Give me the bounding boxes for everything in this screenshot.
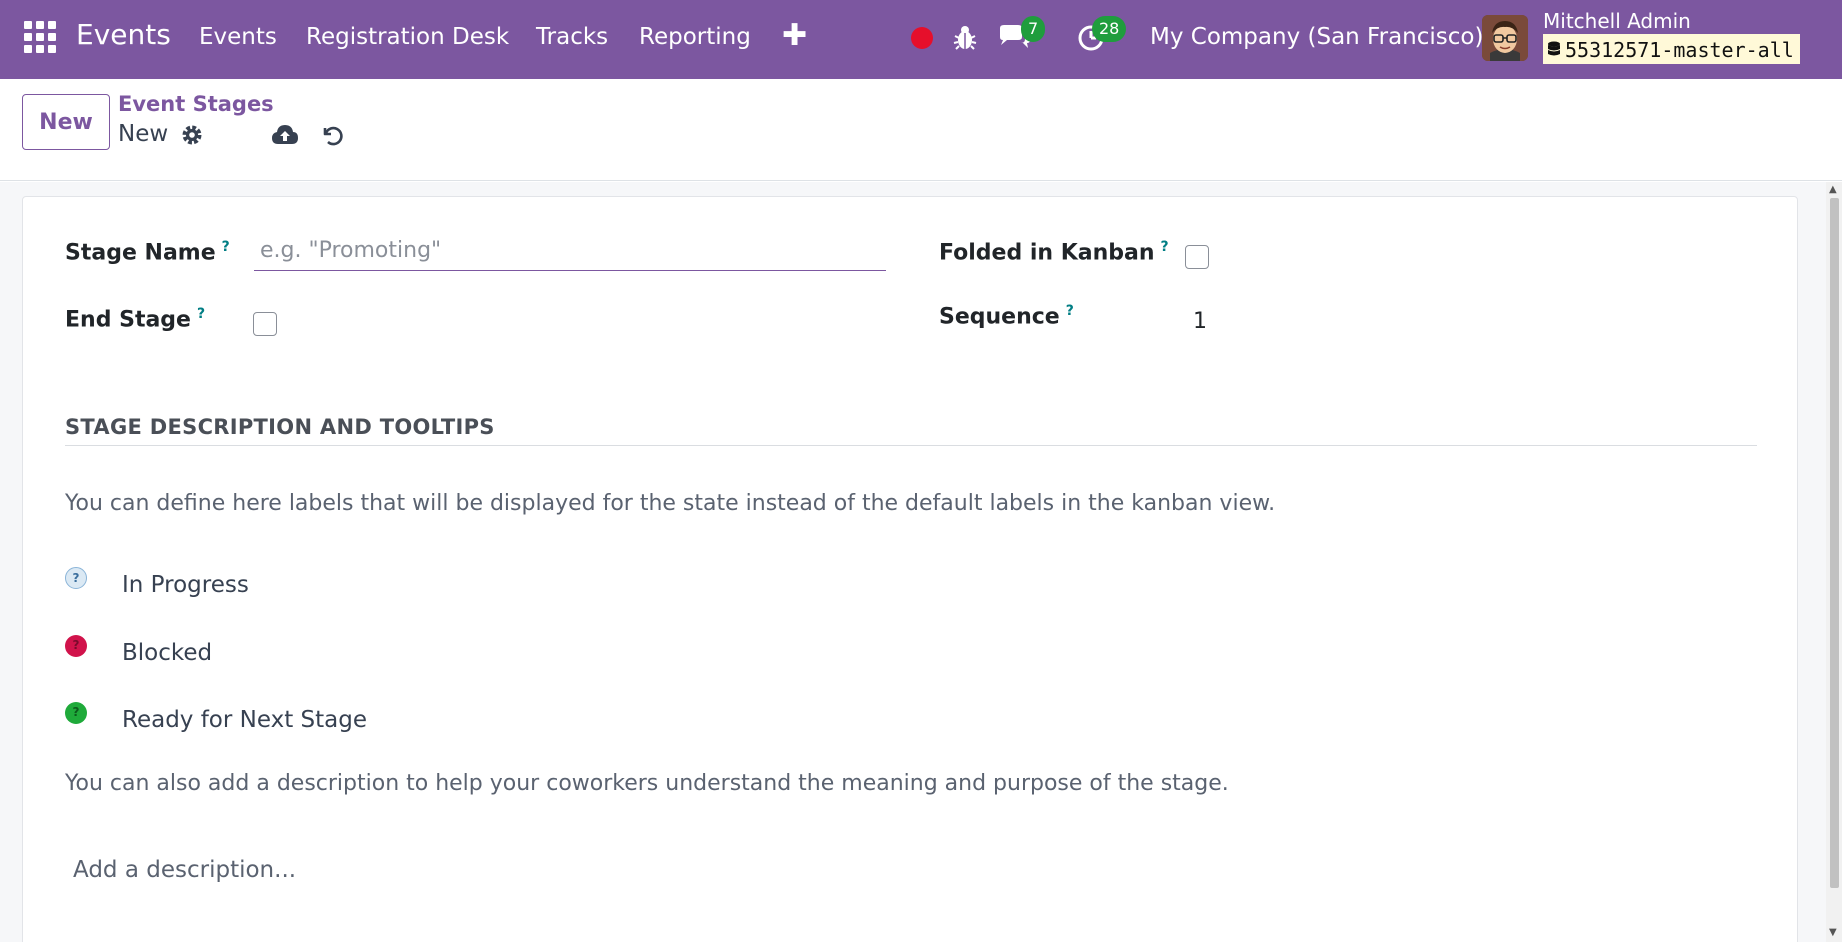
state-done-icon[interactable]: ? — [65, 702, 87, 724]
app-brand[interactable]: Events — [76, 18, 171, 51]
scroll-down-arrow-icon[interactable]: ▼ — [1829, 927, 1837, 938]
stage-name-input[interactable] — [254, 227, 886, 271]
help-tooltip-icon[interactable]: ? — [197, 306, 205, 322]
user-name[interactable]: Mitchell Admin — [1543, 9, 1691, 33]
sequence-value[interactable]: 1 — [1193, 309, 1207, 334]
help-tooltip-icon[interactable]: ? — [1066, 303, 1074, 319]
menu-events[interactable]: Events — [199, 24, 277, 50]
database-tag: 55312571-master-all — [1543, 34, 1800, 64]
scroll-thumb[interactable] — [1830, 198, 1839, 888]
recording-icon[interactable] — [911, 27, 933, 49]
record-name: New — [118, 121, 169, 147]
stage-name-label: Stage Name? — [65, 239, 230, 266]
description-editor[interactable]: Add a description... — [73, 857, 296, 883]
top-navbar: Events Events Registration Desk Tracks R… — [0, 0, 1842, 79]
user-avatar[interactable] — [1482, 15, 1528, 61]
gear-icon[interactable] — [180, 123, 204, 147]
state-blocked-icon[interactable]: ? — [65, 635, 87, 657]
intro-text: You can define here labels that will be … — [65, 491, 1276, 516]
state-normal-icon[interactable]: ? — [65, 567, 87, 589]
end-stage-label: End Stage? — [65, 306, 206, 333]
form-sheet: Stage Name? End Stage? Folded in Kanban?… — [22, 196, 1798, 942]
menu-reporting[interactable]: Reporting — [639, 24, 751, 50]
database-icon — [1548, 41, 1560, 56]
form-area: Stage Name? End Stage? Folded in Kanban?… — [0, 182, 1842, 942]
state-label-in-progress[interactable]: In Progress — [122, 572, 249, 598]
section-title: STAGE DESCRIPTION AND TOOLTIPS — [65, 415, 495, 439]
scroll-up-arrow-icon[interactable]: ▲ — [1829, 184, 1837, 195]
company-switcher[interactable]: My Company (San Francisco) — [1150, 24, 1483, 50]
activity-badge: 28 — [1092, 16, 1127, 42]
menu-tracks[interactable]: Tracks — [536, 24, 608, 50]
save-cloud-icon[interactable] — [271, 123, 299, 147]
state-label-ready[interactable]: Ready for Next Stage — [122, 707, 367, 733]
folded-in-kanban-label: Folded in Kanban? — [939, 239, 1169, 266]
menu-registration-desk[interactable]: Registration Desk — [306, 24, 509, 50]
database-name: 55312571-master-all — [1565, 38, 1794, 62]
new-button[interactable]: New — [22, 94, 110, 150]
outro-text: You can also add a description to help y… — [65, 771, 1229, 796]
discard-undo-icon[interactable] — [320, 123, 344, 147]
folded-in-kanban-checkbox[interactable] — [1185, 245, 1209, 269]
end-stage-checkbox[interactable] — [253, 312, 277, 336]
debug-bug-icon[interactable] — [953, 25, 977, 51]
breadcrumb-event-stages[interactable]: Event Stages — [118, 92, 274, 116]
sequence-label: Sequence? — [939, 303, 1074, 330]
add-menu-icon[interactable]: ✚ — [782, 18, 807, 53]
form-scrollbar[interactable]: ▲ ▼ — [1826, 182, 1842, 942]
app-switcher-icon[interactable] — [24, 21, 56, 53]
chat-badge: 7 — [1021, 16, 1046, 42]
state-label-blocked[interactable]: Blocked — [122, 640, 212, 666]
help-tooltip-icon[interactable]: ? — [222, 239, 230, 255]
section-divider — [65, 445, 1757, 446]
control-panel: New Event Stages New — [0, 79, 1842, 181]
help-tooltip-icon[interactable]: ? — [1161, 239, 1169, 255]
